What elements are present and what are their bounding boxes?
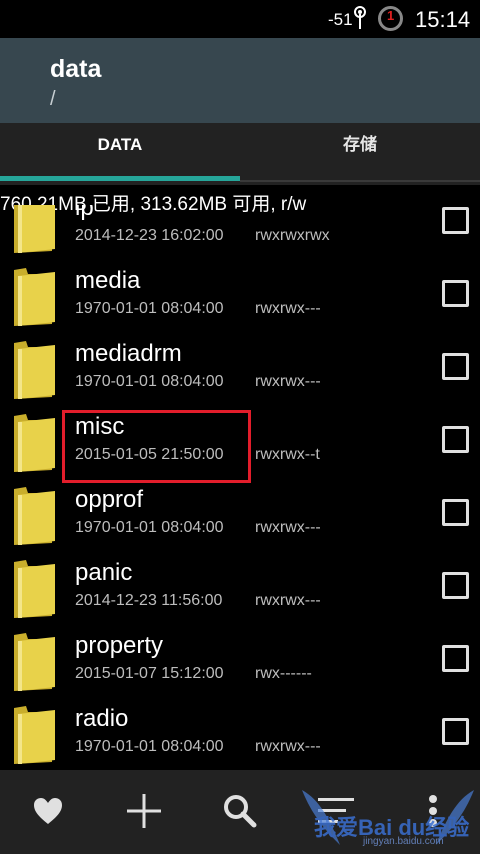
select-checkbox[interactable] (442, 718, 469, 745)
file-date: 2014-12-23 16:02:00 (75, 227, 224, 244)
folder-icon (14, 633, 55, 691)
tab-storage[interactable]: 存储 (240, 123, 480, 185)
list-item[interactable]: media 1970-01-01 08:04:00 rwxrwx--- (0, 260, 480, 333)
file-name: panic (75, 559, 133, 586)
wifi-icon (354, 6, 366, 29)
list-item[interactable]: opprof 1970-01-01 08:04:00 rwxrwx--- (0, 479, 480, 552)
highlight-box (62, 410, 251, 483)
file-name: property (75, 632, 164, 659)
folder-icon (14, 414, 55, 472)
page-title: data (50, 55, 102, 83)
search-icon (224, 795, 257, 828)
select-checkbox[interactable] (442, 499, 469, 526)
file-name: opprof (75, 486, 144, 513)
select-checkbox[interactable] (442, 353, 469, 380)
app-header: data / (0, 38, 480, 123)
favorites-button[interactable] (25, 788, 71, 834)
folder-icon (14, 560, 55, 618)
file-name: media (75, 267, 141, 294)
tab-divider (240, 180, 480, 182)
file-date: 2015-01-07 15:12:00 (75, 665, 224, 682)
search-button[interactable] (217, 788, 263, 834)
list-item[interactable]: radio 1970-01-01 08:04:00 rwxrwx--- (0, 698, 480, 768)
file-permissions: rwxrwx--- (255, 300, 321, 317)
file-permissions: rwxrwx--- (255, 738, 321, 755)
list-item[interactable]: panic 2014-12-23 11:56:00 rwxrwx--- (0, 552, 480, 625)
file-name: lp (75, 205, 94, 221)
list-item[interactable]: lp 2014-12-23 16:02:00 rwxrwxrwx (0, 205, 480, 260)
status-bar: -51 15:14 (0, 0, 480, 38)
select-checkbox[interactable] (442, 426, 469, 453)
file-date: 1970-01-01 08:04:00 (75, 738, 224, 755)
select-checkbox[interactable] (442, 280, 469, 307)
folder-icon (14, 341, 55, 399)
active-tab-indicator (0, 176, 240, 181)
file-permissions: rwxrwx--- (255, 592, 321, 609)
file-name: radio (75, 705, 129, 732)
select-checkbox[interactable] (442, 645, 469, 672)
file-permissions: rwx------ (255, 665, 312, 682)
signal-strength: -51 (328, 10, 353, 29)
plus-icon (127, 794, 161, 828)
file-name: mediadrm (75, 340, 182, 367)
folder-icon (14, 205, 55, 253)
current-path: / (50, 88, 56, 110)
file-date: 1970-01-01 08:04:00 (75, 300, 224, 317)
list-item[interactable]: mediadrm 1970-01-01 08:04:00 rwxrwx--- (0, 333, 480, 406)
select-checkbox[interactable] (442, 572, 469, 599)
file-permissions: rwxrwxrwx (255, 227, 330, 244)
list-item[interactable]: property 2015-01-07 15:12:00 rwx------ (0, 625, 480, 698)
file-permissions: rwxrwx--- (255, 519, 321, 536)
notification-icon (378, 6, 403, 31)
folder-icon (14, 268, 55, 326)
folder-icon (14, 487, 55, 545)
file-list[interactable]: lp 2014-12-23 16:02:00 rwxrwxrwx media 1… (0, 205, 480, 768)
file-permissions: rwxrwx--t (255, 446, 320, 463)
add-button[interactable] (121, 788, 167, 834)
file-date: 2014-12-23 11:56:00 (75, 592, 223, 609)
heart-icon (34, 798, 62, 824)
file-date: 1970-01-01 08:04:00 (75, 519, 224, 536)
watermark-url: jingyan.baidu.com (363, 836, 444, 847)
folder-icon (14, 706, 55, 764)
file-date: 1970-01-01 08:04:00 (75, 373, 224, 390)
clock: 15:14 (415, 7, 471, 32)
baidu-watermark: 我爱Bai du经验 jingyan.baidu.com (300, 790, 476, 852)
select-checkbox[interactable] (442, 207, 469, 234)
file-permissions: rwxrwx--- (255, 373, 321, 390)
